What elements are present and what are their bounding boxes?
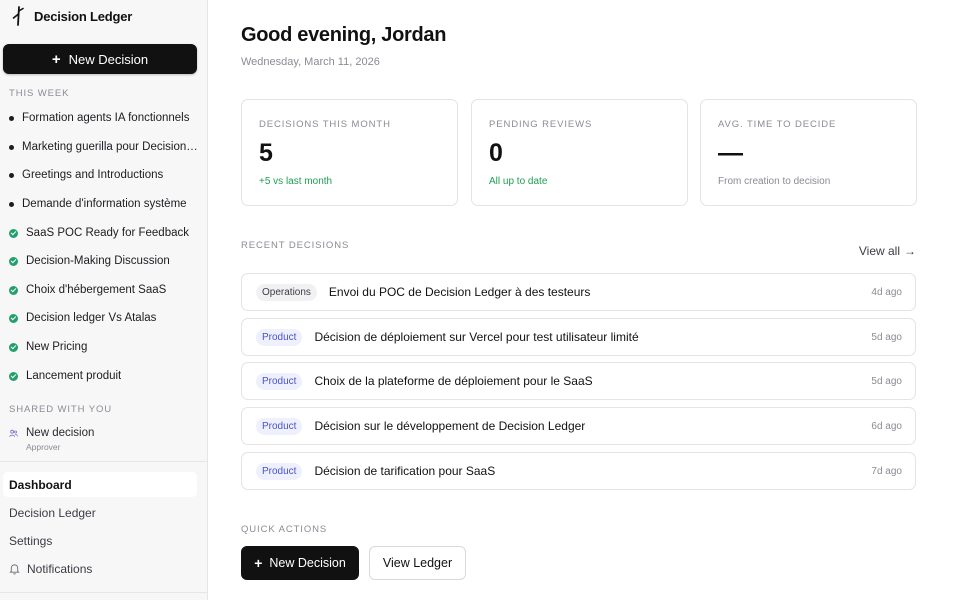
check-circle-icon <box>9 256 18 266</box>
stat-card-avg-time: AVG. TIME TO DECIDE — From creation to d… <box>700 99 917 206</box>
category-badge: Product <box>256 462 303 480</box>
shared-label: SHARED WITH YOU <box>9 404 113 415</box>
sidebar-item-label: Choix d'hébergement SaaS <box>26 284 167 296</box>
sidebar-item[interactable]: Choix d'hébergement SaaS <box>9 280 199 300</box>
stat-label: DECISIONS THIS MONTH <box>259 119 391 130</box>
decision-age: 7d ago <box>871 465 902 477</box>
sidebar-item[interactable]: New Pricing <box>9 337 199 357</box>
menu-dashboard-label: Dashboard <box>9 477 72 492</box>
sidebar-item[interactable]: Marketing guerilla pour Decision Ledger <box>9 137 199 157</box>
decision-title: Décision sur le développement de Decisio… <box>314 419 586 433</box>
sidebar-item-label: Decision-Making Discussion <box>26 255 170 267</box>
sidebar-item-label: Formation agents IA fonctionnels <box>22 112 190 124</box>
decision-age: 5d ago <box>871 331 902 343</box>
sidebar-item-label: SaaS POC Ready for Feedback <box>26 227 189 239</box>
menu-notifications-label: Notifications <box>27 561 93 576</box>
menu-settings-label: Settings <box>9 533 53 548</box>
menu-decision-ledger[interactable]: Decision Ledger <box>3 500 197 525</box>
sidebar: Decision Ledger + New Decision THIS WEEK… <box>0 0 208 600</box>
decision-row[interactable]: Product Décision de déploiement sur Verc… <box>241 318 916 356</box>
divider <box>0 592 207 593</box>
people-icon <box>9 429 18 437</box>
stat-sub: All up to date <box>489 176 548 187</box>
shared-item-label: New decision <box>26 427 95 439</box>
plus-icon: + <box>254 555 263 571</box>
decision-title: Choix de la plateforme de déploiement po… <box>314 374 593 388</box>
main-content: Good evening, Jordan Wednesday, March 11… <box>208 0 969 600</box>
stat-value: — <box>718 139 743 167</box>
arrow-right-icon: → <box>904 244 916 258</box>
plus-icon: + <box>51 50 61 68</box>
sidebar-item-label: Decision ledger Vs Atalas <box>26 312 157 324</box>
decision-row[interactable]: Product Décision sur le développement de… <box>241 407 916 445</box>
decision-row[interactable]: Product Choix de la plateforme de déploi… <box>241 362 916 400</box>
category-badge: Product <box>256 372 303 390</box>
bullet-icon <box>9 144 14 150</box>
check-circle-icon <box>9 285 18 295</box>
category-badge: Product <box>256 417 303 435</box>
decision-age: 4d ago <box>871 286 902 298</box>
category-badge: Product <box>256 328 303 346</box>
shared-item[interactable]: New decision Approver <box>9 427 199 452</box>
sidebar-item-label: Demande d'information système <box>22 198 187 210</box>
quick-new-decision-button[interactable]: + New Decision <box>241 546 359 580</box>
sidebar-item[interactable]: Lancement produit <box>9 366 199 386</box>
brand[interactable]: Decision Ledger <box>12 6 132 26</box>
category-badge: Operations <box>256 283 317 301</box>
decision-row[interactable]: Product Décision de tarification pour Sa… <box>241 452 916 490</box>
bell-icon <box>9 563 20 574</box>
view-ledger-label: View Ledger <box>382 556 453 570</box>
view-all-link[interactable]: View all → <box>859 244 916 258</box>
bullet-icon <box>9 115 14 121</box>
new-decision-button[interactable]: + New Decision <box>3 44 197 74</box>
page-title: Good evening, Jordan <box>241 24 447 46</box>
recent-decisions-label: RECENT DECISIONS <box>241 240 350 251</box>
stat-value: 5 <box>259 139 273 167</box>
shared-item-role: Approver <box>26 442 61 452</box>
app-name: Decision Ledger <box>34 8 133 24</box>
menu-ledger-label: Decision Ledger <box>9 505 96 520</box>
quick-new-decision-label: New Decision <box>269 556 346 570</box>
menu-settings[interactable]: Settings <box>3 528 197 553</box>
decision-age: 6d ago <box>871 420 902 432</box>
decision-title: Décision de déploiement sur Vercel pour … <box>314 330 639 344</box>
logo-icon <box>12 6 26 26</box>
decision-title: Décision de tarification pour SaaS <box>314 464 496 478</box>
check-circle-icon <box>9 371 18 381</box>
new-decision-label: New Decision <box>68 51 149 67</box>
sidebar-item[interactable]: SaaS POC Ready for Feedback <box>9 223 199 243</box>
check-circle-icon <box>9 228 18 238</box>
menu-notifications[interactable]: Notifications <box>3 556 197 581</box>
sidebar-item-label: Greetings and Introductions <box>22 169 164 181</box>
sidebar-item[interactable]: Greetings and Introductions <box>9 165 199 185</box>
sidebar-item[interactable]: Formation agents IA fonctionnels <box>9 108 199 128</box>
view-ledger-button[interactable]: View Ledger <box>369 546 466 580</box>
check-circle-icon <box>9 313 18 323</box>
view-all-label: View all <box>858 244 900 258</box>
decision-title: Envoi du POC de Decision Ledger à des te… <box>328 285 591 299</box>
this-week-label: THIS WEEK <box>9 88 70 99</box>
stat-value: 0 <box>489 139 503 167</box>
stat-label: PENDING REVIEWS <box>489 119 593 130</box>
sidebar-item[interactable]: Demande d'information système <box>9 194 199 214</box>
stat-card-decisions: DECISIONS THIS MONTH 5 +5 vs last month <box>241 99 458 206</box>
divider <box>0 461 207 462</box>
check-circle-icon <box>9 342 18 352</box>
date-label: Wednesday, March 11, 2026 <box>241 56 380 68</box>
menu-dashboard[interactable]: Dashboard <box>3 472 197 497</box>
bullet-icon <box>9 201 14 207</box>
sidebar-item-label: New Pricing <box>26 341 88 353</box>
sidebar-item-label: Lancement produit <box>26 370 122 382</box>
stat-sub: From creation to decision <box>718 176 831 187</box>
stat-card-pending: PENDING REVIEWS 0 All up to date <box>471 99 688 206</box>
quick-actions-label: QUICK ACTIONS <box>241 524 328 535</box>
stat-sub: +5 vs last month <box>259 176 333 187</box>
stat-label: AVG. TIME TO DECIDE <box>718 119 837 130</box>
decision-row[interactable]: Operations Envoi du POC de Decision Ledg… <box>241 273 916 311</box>
sidebar-item[interactable]: Decision-Making Discussion <box>9 251 199 271</box>
decision-age: 5d ago <box>871 375 902 387</box>
sidebar-item-label: Marketing guerilla pour Decision Ledger <box>22 141 199 153</box>
bullet-icon <box>9 172 14 178</box>
sidebar-item[interactable]: Decision ledger Vs Atalas <box>9 308 199 328</box>
